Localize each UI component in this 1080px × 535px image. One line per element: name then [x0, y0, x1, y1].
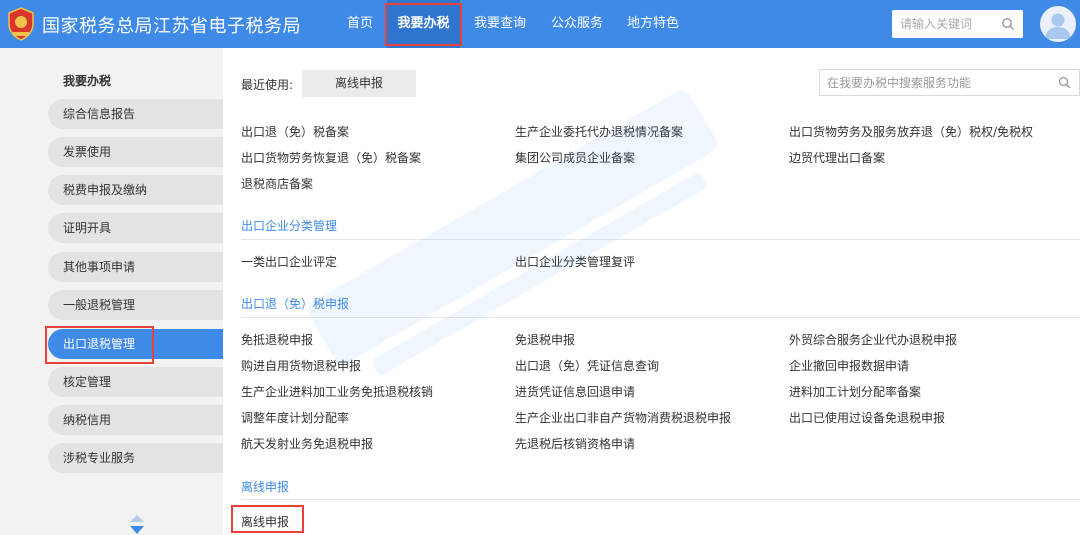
link-aerospace-refund[interactable]: 航天发射业务免退税申报: [241, 435, 373, 452]
link-adjust-annual-rate[interactable]: 调整年度计划分配率: [241, 409, 349, 426]
nav-public-service[interactable]: 公众服务: [545, 0, 609, 48]
sidebar-item-professional-service[interactable]: 涉税专业服务: [48, 443, 223, 473]
section-title-classification: 出口企业分类管理: [241, 219, 338, 233]
link-processing-write-off[interactable]: 生产企业进料加工业务免抵退税核销: [241, 383, 433, 400]
service-search-input[interactable]: [820, 70, 1050, 95]
user-icon: [1045, 13, 1071, 39]
link-classification-review[interactable]: 出口企业分类管理复评: [515, 253, 635, 270]
link-voucher-rollback[interactable]: 进货凭证信息回退申请: [515, 383, 635, 400]
link-exemption-refund[interactable]: 免退税申报: [515, 331, 575, 348]
link-self-use-goods-refund[interactable]: 购进自用货物退税申报: [241, 357, 361, 374]
offline-highlight-box: [231, 505, 304, 533]
recent-label: 最近使用:: [241, 78, 294, 92]
section-divider: [241, 239, 1080, 240]
link-withdraw-declaration[interactable]: 企业撤回申报数据申请: [789, 357, 909, 374]
link-restore-refund-filing[interactable]: 出口货物劳务恢复退（免）税备案: [241, 149, 421, 166]
section-divider: [241, 317, 1080, 318]
sidebar-item-assessment[interactable]: 核定管理: [48, 367, 223, 397]
sidebar-item-general-refund[interactable]: 一般退税管理: [48, 290, 223, 320]
sidebar-item-invoice-use[interactable]: 发票使用: [48, 137, 223, 167]
sidebar-item-comprehensive-report[interactable]: 综合信息报告: [48, 99, 223, 129]
section-divider: [241, 499, 1080, 500]
header-search: [892, 10, 1023, 38]
link-commissioned-refund-filing[interactable]: 生产企业委托代办退税情况备案: [515, 123, 683, 140]
nav-highlight-box: [385, 3, 462, 46]
link-waive-refund-right[interactable]: 出口货物劳务及服务放弃退（免）税权/免税权: [789, 123, 1033, 140]
sidebar-item-other-applications[interactable]: 其他事项申请: [48, 252, 223, 282]
nav-local-features[interactable]: 地方特色: [621, 0, 685, 48]
main-content: 最近使用: 离线申报 出口退（免）税备案 生产企业委托代办退税情况备案 出口货物…: [223, 48, 1080, 535]
header-search-input[interactable]: [892, 10, 997, 38]
link-export-refund-filing[interactable]: 出口退（免）税备案: [241, 123, 349, 140]
search-icon[interactable]: [1058, 76, 1071, 89]
link-class-one-evaluation[interactable]: 一类出口企业评定: [241, 253, 337, 270]
search-icon[interactable]: [1001, 17, 1015, 31]
link-border-trade-filing[interactable]: 边贸代理出口备案: [789, 149, 885, 166]
nav-home[interactable]: 首页: [336, 0, 384, 48]
link-used-equipment-refund[interactable]: 出口已使用过设备免退税申报: [789, 409, 945, 426]
site-title[interactable]: 国家税务总局江苏省电子税务局: [42, 12, 301, 38]
sidebar-item-credit[interactable]: 纳税信用: [48, 405, 223, 435]
section-title-offline-declaration: 离线申报: [241, 480, 290, 494]
sidebar-item-tax-declaration[interactable]: 税费申报及缴纳: [48, 175, 223, 205]
tax-emblem-icon[interactable]: [6, 6, 36, 42]
link-non-self-produced-refund[interactable]: 生产企业出口非自产货物消费税退税申报: [515, 409, 731, 426]
link-foreign-trade-agent-refund[interactable]: 外贸综合服务企业代办退税申报: [789, 331, 957, 348]
link-allocation-rate-filing[interactable]: 进料加工计划分配率备案: [789, 383, 921, 400]
link-exemption-offset-refund[interactable]: 免抵退税申报: [241, 331, 313, 348]
link-refund-first-qualification[interactable]: 先退税后核销资格申请: [515, 435, 635, 452]
header-bar: 国家税务总局江苏省电子税务局 首页 我要办税 我要查询 公众服务 地方特色: [0, 0, 1080, 48]
link-voucher-info-query[interactable]: 出口退（免）凭证信息查询: [515, 357, 659, 374]
user-avatar[interactable]: [1040, 6, 1076, 42]
recent-tag-offline-declaration[interactable]: 离线申报: [302, 70, 416, 97]
link-group-member-filing[interactable]: 集团公司成员企业备案: [515, 149, 635, 166]
link-refund-store-filing[interactable]: 退税商店备案: [241, 175, 313, 192]
section-title-refund-declaration: 出口退（免）税申报: [241, 297, 350, 311]
nav-query[interactable]: 我要查询: [468, 0, 532, 48]
sidebar-highlight-box: [45, 326, 154, 364]
scroll-arrows-icon[interactable]: [129, 514, 145, 535]
sidebar-title: 我要办税: [63, 74, 112, 88]
sidebar: 我要办税 综合信息报告 发票使用 税费申报及缴纳 证明开具 其他事项申请 一般退…: [0, 48, 223, 535]
service-search: [819, 69, 1080, 96]
sidebar-item-certificate[interactable]: 证明开具: [48, 213, 223, 243]
